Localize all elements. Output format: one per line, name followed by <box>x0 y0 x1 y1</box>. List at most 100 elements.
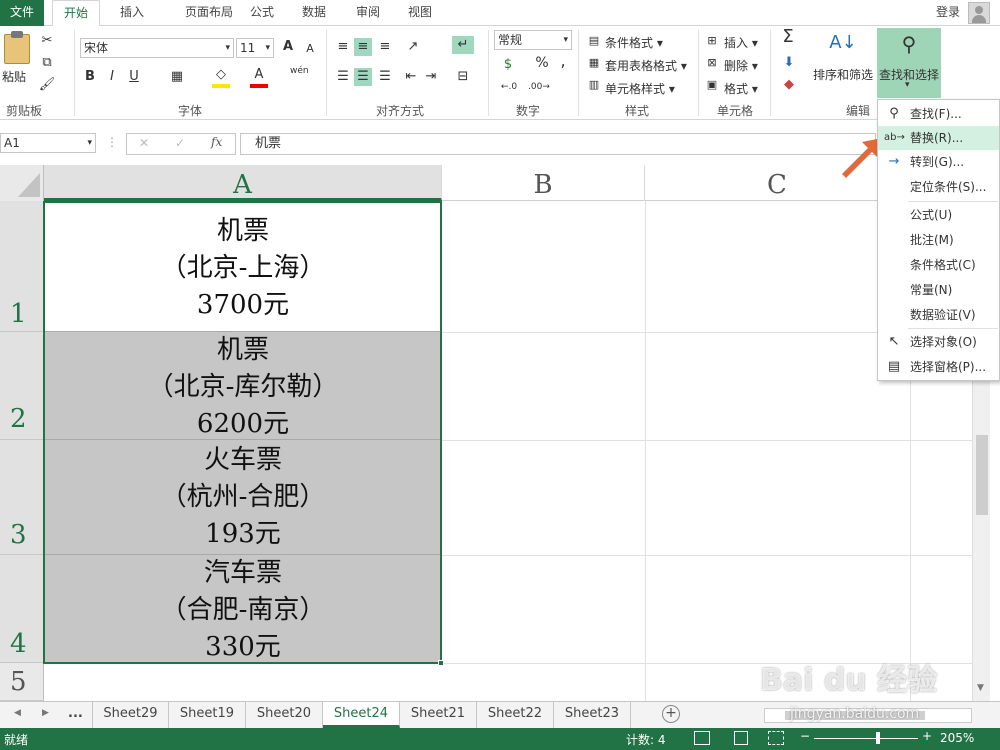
column-header-b[interactable]: B <box>442 165 645 201</box>
row-header-1[interactable]: 1 <box>0 201 43 332</box>
insert-function-icon[interactable]: fx <box>211 135 222 149</box>
menu-item-goto-special[interactable]: 定位条件(S)... <box>878 175 999 199</box>
comma-button[interactable]: , <box>556 52 570 70</box>
sheet-tab[interactable]: Sheet22 <box>477 702 554 728</box>
sheet-tab[interactable]: Sheet19 <box>169 702 246 728</box>
zoom-slider-thumb[interactable] <box>876 732 880 744</box>
delete-cells-button[interactable]: 删除 ▾ <box>724 57 758 74</box>
underline-button[interactable]: U <box>126 68 142 86</box>
column-header-a[interactable]: A <box>44 165 442 201</box>
select-all-button[interactable] <box>0 165 44 201</box>
page-break-icon[interactable] <box>768 731 784 745</box>
format-cells-icon[interactable]: ▣ <box>704 76 720 94</box>
sheet-tab[interactable]: Sheet23 <box>554 702 631 728</box>
cancel-icon[interactable]: ✕ <box>139 136 149 150</box>
more-sheets-button[interactable]: ... <box>68 706 83 721</box>
decrease-indent-icon[interactable]: ⇤ <box>402 68 420 86</box>
menu-item-find[interactable]: ⚲ 查找(F)... <box>878 102 999 126</box>
zoom-level[interactable]: 205% <box>940 731 974 745</box>
align-right-icon[interactable]: ☰ <box>376 68 394 86</box>
menu-item-conditional[interactable]: 条件格式(C) <box>878 253 999 277</box>
page-layout-icon[interactable] <box>734 731 748 745</box>
fill-handle[interactable] <box>438 660 444 666</box>
conditional-format-button[interactable]: 条件格式 ▾ <box>605 34 663 51</box>
paste-button[interactable]: 粘贴 <box>2 68 26 85</box>
row-header-2[interactable]: 2 <box>0 332 43 440</box>
align-top-icon[interactable]: ≡ <box>334 38 352 56</box>
zoom-slider[interactable] <box>814 738 918 739</box>
tab-insert[interactable]: 插入 <box>110 0 154 26</box>
add-sheet-icon[interactable]: + <box>662 705 680 723</box>
wrap-text-icon[interactable]: ↵ <box>452 36 474 54</box>
cut-icon[interactable]: ✂ <box>38 32 56 50</box>
scroll-left-icon[interactable]: ◀ <box>14 708 21 718</box>
tab-review[interactable]: 审阅 <box>346 0 390 26</box>
format-cells-button[interactable]: 格式 ▾ <box>724 80 758 97</box>
zoom-out-button[interactable]: − <box>800 729 810 743</box>
percent-button[interactable]: % <box>532 54 552 72</box>
confirm-icon[interactable]: ✓ <box>175 136 185 150</box>
conditional-format-icon[interactable]: ▤ <box>586 32 602 50</box>
sort-filter-button[interactable]: 排序和筛选 <box>813 66 873 83</box>
zoom-in-button[interactable]: + <box>922 729 932 743</box>
fill-icon[interactable]: ⬇ <box>780 54 798 72</box>
scrollbar-thumb[interactable] <box>976 435 988 515</box>
cell-a4[interactable]: 汽车票 （合肥-南京） 330元 <box>44 555 442 663</box>
orientation-icon[interactable]: ↗ <box>402 38 424 56</box>
menu-item-select-objects[interactable]: ↖ 选择对象(O) <box>878 330 999 354</box>
cell-a3[interactable]: 火车票 （杭州-合肥） 193元 <box>44 440 442 555</box>
sheet-tab-active[interactable]: Sheet24 <box>323 702 400 728</box>
sort-filter-icon[interactable]: A↓ <box>828 34 858 52</box>
name-box[interactable]: A1 ▾ <box>0 133 96 153</box>
scroll-right-icon[interactable]: ▶ <box>42 708 49 718</box>
font-size-select[interactable]: 11 ▾ <box>236 38 274 58</box>
merge-center-icon[interactable]: ⊟ <box>452 68 474 86</box>
format-as-table-button[interactable]: 套用表格格式 ▾ <box>605 57 687 74</box>
shrink-font-icon[interactable]: A <box>302 40 318 58</box>
insert-cells-icon[interactable]: ⊞ <box>704 32 720 50</box>
login-link[interactable]: 登录 <box>928 0 968 26</box>
insert-cells-button[interactable]: 插入 ▾ <box>724 34 758 51</box>
avatar[interactable] <box>968 2 990 24</box>
tab-formulas[interactable]: 公式 <box>240 0 284 26</box>
format-as-table-icon[interactable]: ▦ <box>586 54 602 72</box>
delete-cells-icon[interactable]: ⊠ <box>704 54 720 72</box>
row-header-5[interactable]: 5 <box>0 663 43 701</box>
number-format-select[interactable]: 常规 ▾ <box>494 30 572 50</box>
sheet-tab[interactable]: Sheet20 <box>246 702 323 728</box>
align-center-icon[interactable]: ☰ <box>354 68 372 86</box>
cell-styles-icon[interactable]: ▥ <box>586 76 602 94</box>
row-header-3[interactable]: 3 <box>0 440 43 555</box>
vertical-scrollbar[interactable]: ▼ <box>972 375 990 701</box>
menu-item-formulas[interactable]: 公式(U) <box>878 203 999 227</box>
menu-item-goto[interactable]: → 转到(G)... <box>878 150 999 174</box>
autosum-icon[interactable]: Σ <box>778 28 798 46</box>
tab-file[interactable]: 文件 <box>0 0 44 26</box>
more-icon[interactable]: ⋮ <box>106 135 118 149</box>
accounting-format-icon[interactable]: $ <box>498 56 518 74</box>
tab-data[interactable]: 数据 <box>292 0 336 26</box>
bold-button[interactable]: B <box>82 68 98 86</box>
decrease-decimal-icon[interactable]: .00→ <box>528 78 550 96</box>
sheet-tab[interactable]: Sheet21 <box>400 702 477 728</box>
tab-home[interactable]: 开始 <box>52 0 100 27</box>
align-left-icon[interactable]: ☰ <box>334 68 352 86</box>
grow-font-icon[interactable]: A <box>280 38 296 56</box>
menu-item-selection-pane[interactable]: ▤ 选择窗格(P)... <box>878 355 999 379</box>
italic-button[interactable]: I <box>104 68 120 86</box>
paste-icon[interactable] <box>4 31 30 64</box>
normal-view-icon[interactable] <box>694 731 710 745</box>
menu-item-comments[interactable]: 批注(M) <box>878 228 999 252</box>
formula-input[interactable]: 机票 <box>240 133 876 155</box>
find-select-button[interactable]: ⚲ 查找和选择 ▾ <box>877 28 941 98</box>
cell-styles-button[interactable]: 单元格样式 ▾ <box>605 80 675 97</box>
menu-item-validation[interactable]: 数据验证(V) <box>878 303 999 327</box>
fill-color-icon[interactable]: ◇ <box>212 66 230 88</box>
cell-a2[interactable]: 机票 （北京-库尔勒） 6200元 <box>44 332 442 440</box>
border-icon[interactable]: ▦ <box>168 68 186 86</box>
align-bottom-icon[interactable]: ≡ <box>376 38 394 56</box>
copy-icon[interactable]: ⧉ <box>38 54 56 72</box>
menu-item-replace[interactable]: ab→ 替换(R)... <box>878 126 999 150</box>
tab-view[interactable]: 视图 <box>398 0 442 26</box>
menu-item-constants[interactable]: 常量(N) <box>878 278 999 302</box>
